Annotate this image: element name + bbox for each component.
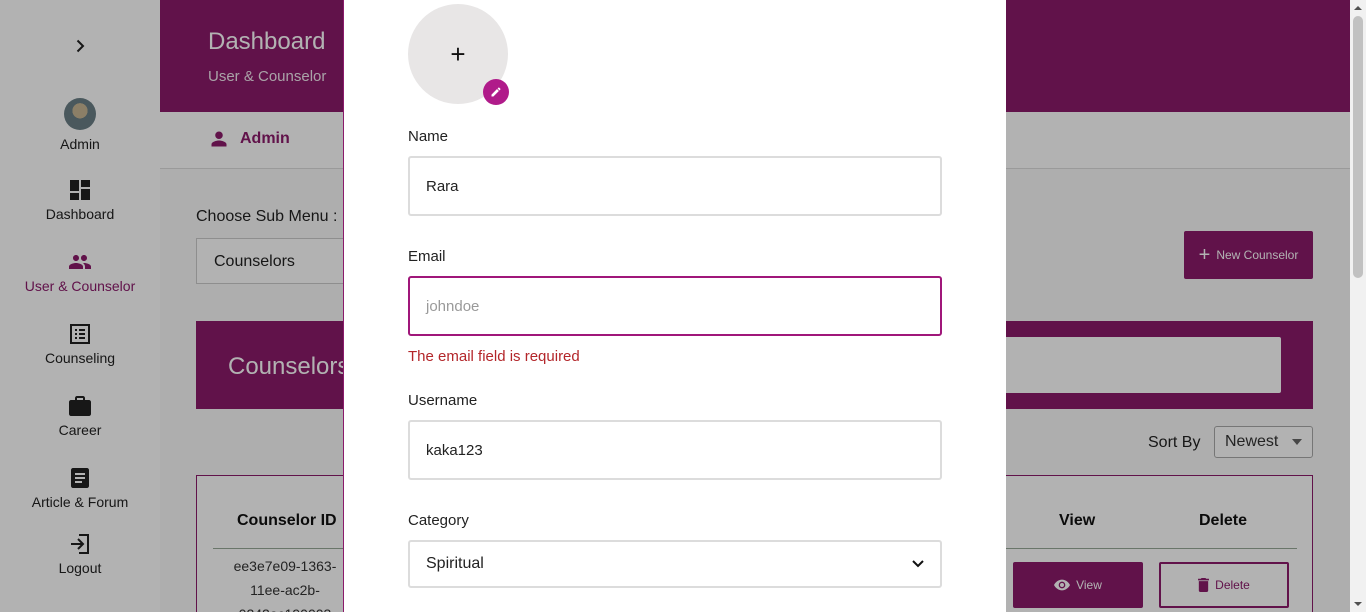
username-value: kaka123 <box>426 441 483 459</box>
add-photo-icon: + <box>450 38 466 69</box>
scroll-down-icon[interactable] <box>1354 600 1362 608</box>
email-label: Email <box>408 248 446 265</box>
scrollbar-thumb[interactable] <box>1353 16 1363 278</box>
username-field[interactable]: kaka123 <box>408 420 942 480</box>
email-field[interactable]: johndoe <box>408 276 942 336</box>
name-label: Name <box>408 128 449 145</box>
edit-photo-button[interactable] <box>483 79 509 105</box>
category-select[interactable]: Spiritual <box>408 540 942 588</box>
new-counselor-modal: + Name Rara Email johndoe The email fiel… <box>343 0 1006 612</box>
category-value: Spiritual <box>426 555 484 572</box>
email-placeholder: johndoe <box>426 297 480 315</box>
username-label: Username <box>408 392 478 409</box>
name-value: Rara <box>426 177 459 195</box>
category-label: Category <box>408 512 469 529</box>
scrollbar[interactable] <box>1350 0 1366 612</box>
scroll-up-icon[interactable] <box>1354 4 1362 12</box>
pencil-icon <box>491 87 501 97</box>
chevron-down-icon <box>912 560 924 568</box>
email-error: The email field is required <box>408 348 580 365</box>
name-field[interactable]: Rara <box>408 156 942 216</box>
